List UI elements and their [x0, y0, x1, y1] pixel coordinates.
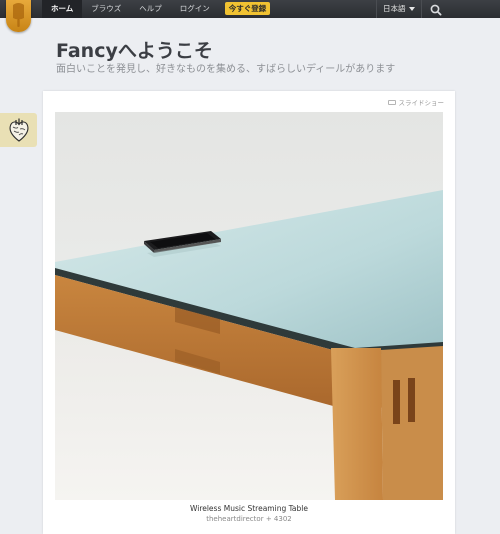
search-button[interactable] — [428, 2, 444, 16]
meta-separator: + — [265, 515, 272, 523]
popsicle-logo-icon — [13, 3, 24, 27]
glass-table-photo — [55, 112, 443, 500]
fancy-count: 4302 — [273, 515, 292, 523]
main-nav: ホーム ブラウズ ヘルプ ログイン 今すぐ登録 — [42, 0, 271, 18]
anatomical-heart-icon — [9, 118, 29, 142]
nav-item-browse[interactable]: ブラウズ — [82, 0, 130, 18]
language-label: 日本語 — [383, 4, 406, 13]
side-badge[interactable] — [0, 113, 37, 147]
search-icon — [430, 4, 442, 16]
slideshow-label: スライドショー — [398, 99, 445, 107]
page-title: Fancyへようこそ — [56, 40, 213, 62]
nav-item-home[interactable]: ホーム — [42, 0, 83, 18]
fancy-logo[interactable] — [6, 0, 31, 32]
author-link[interactable]: theheartdirector — [206, 515, 263, 523]
nav-item-help[interactable]: ヘルプ — [130, 0, 171, 18]
top-nav-bar: ホーム ブラウズ ヘルプ ログイン 今すぐ登録 日本語 — [0, 0, 500, 18]
nav-item-login[interactable]: ログイン — [171, 0, 219, 18]
slideshow-icon — [387, 99, 396, 105]
product-image[interactable] — [55, 112, 443, 500]
language-selector[interactable]: 日本語 — [376, 0, 422, 18]
slideshow-link[interactable]: スライドショー — [387, 97, 445, 107]
caret-down-icon — [408, 7, 415, 11]
item-meta: theheartdirector + 4302 — [43, 515, 455, 523]
signup-button[interactable]: 今すぐ登録 — [224, 2, 271, 15]
item-caption: Wireless Music Streaming Table — [189, 504, 308, 513]
page-subtitle: 面白いことを発見し、好きなものを集める、すばらしいディールがあります — [56, 64, 396, 75]
featured-item-card: スライドショー Wireless Music Streaming Table t… — [43, 91, 455, 534]
